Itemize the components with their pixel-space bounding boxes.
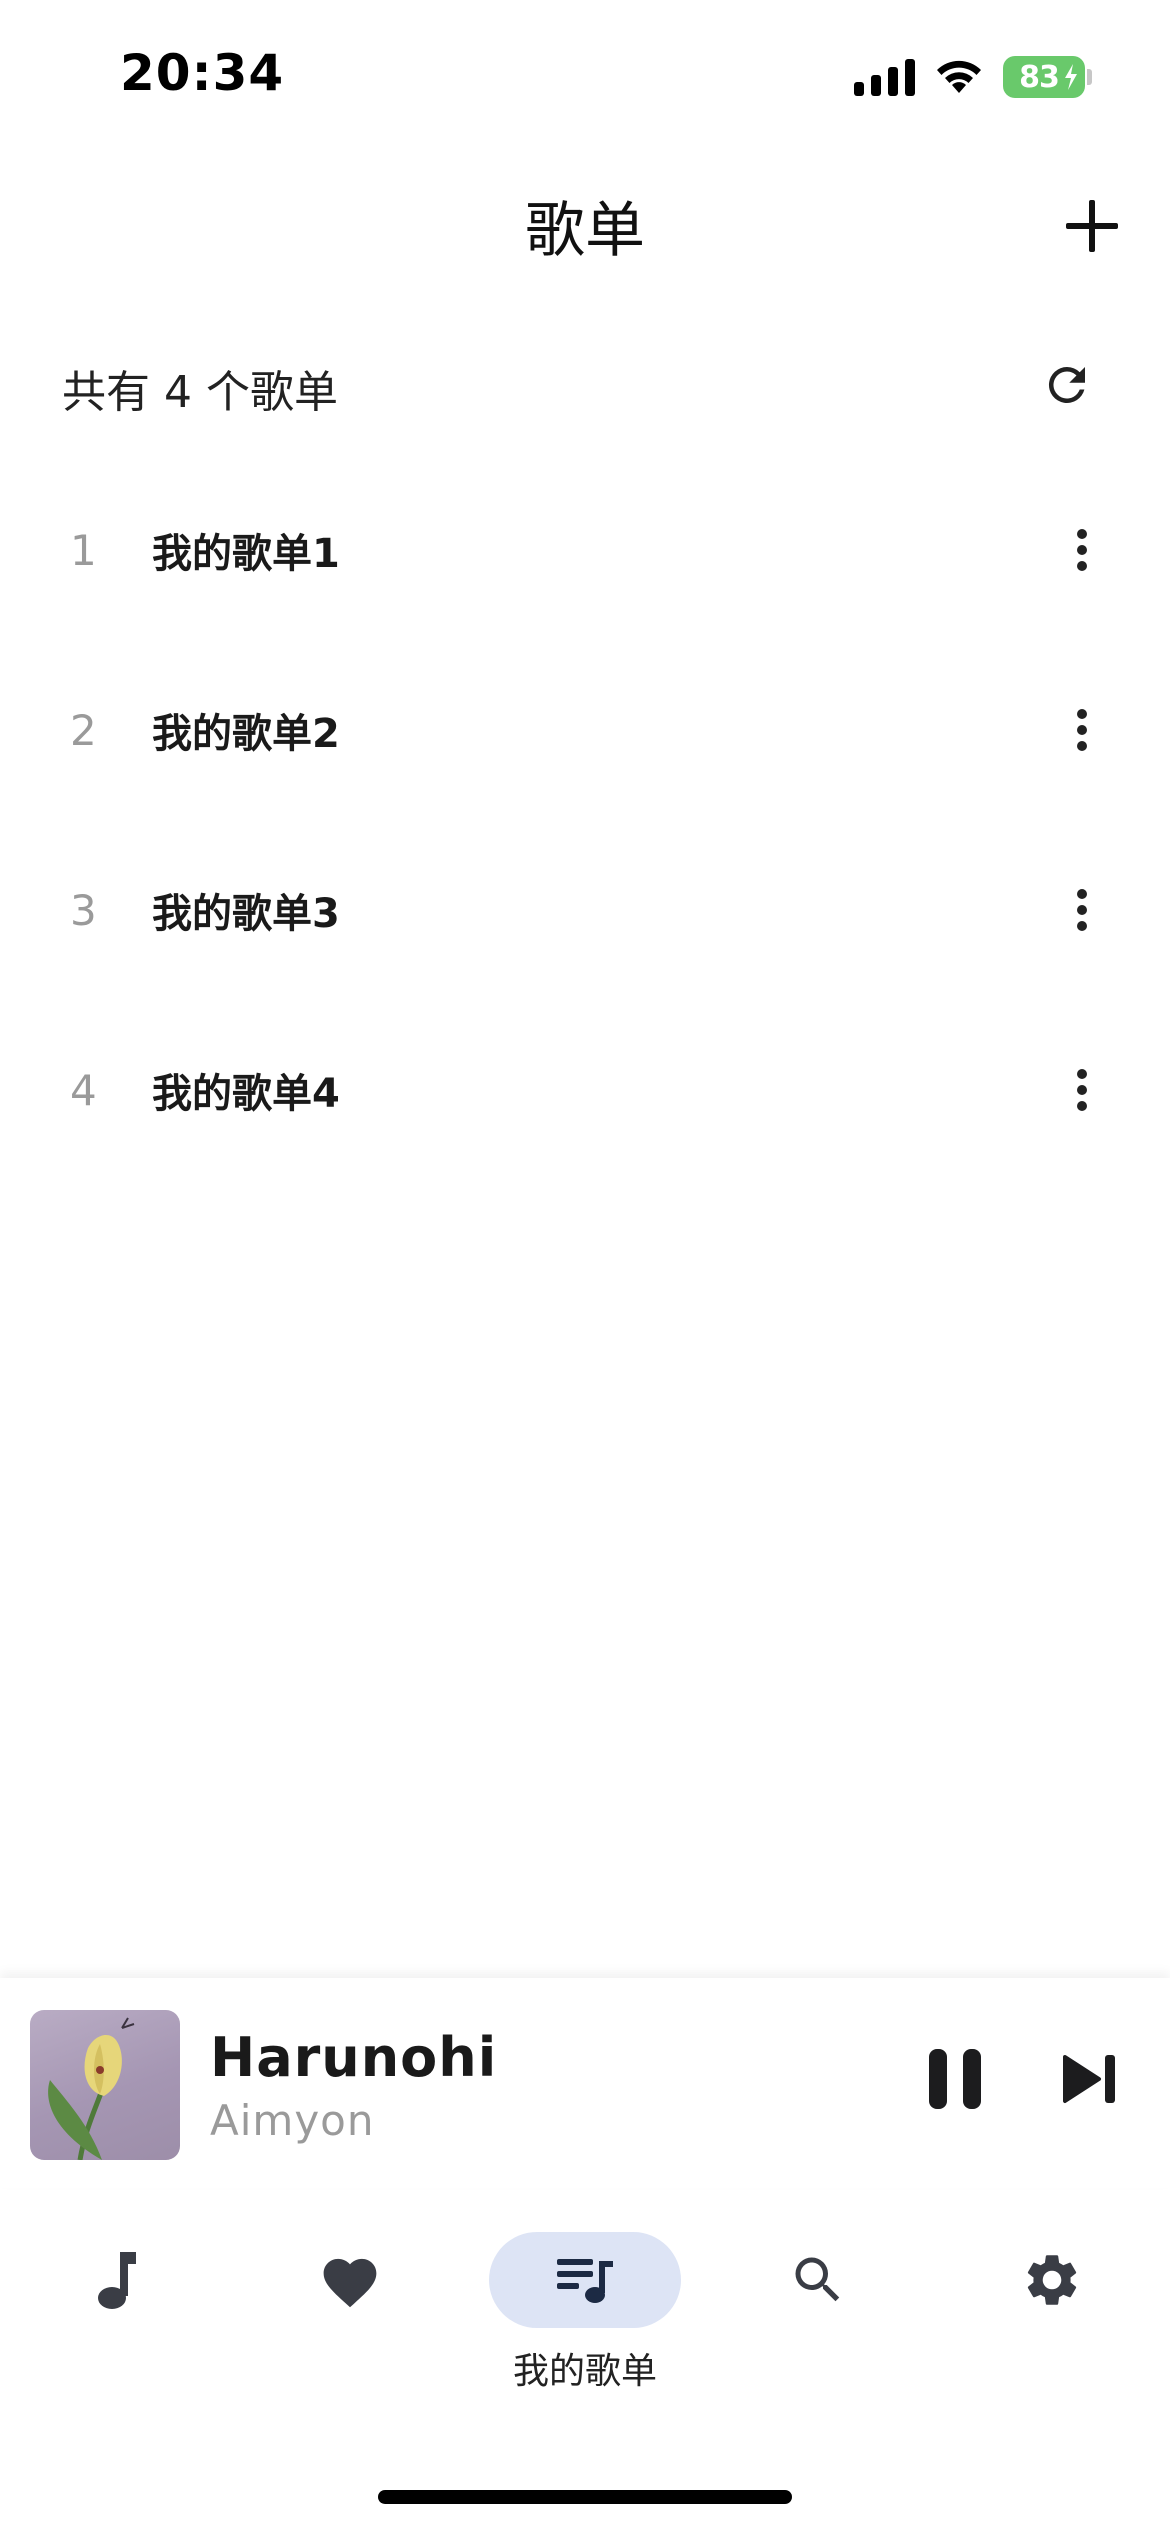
playlist-item[interactable]: 1 我的歌单1 [0, 460, 1170, 640]
skip-next-button[interactable] [1050, 2034, 1130, 2124]
playlist-icon [557, 2259, 613, 2303]
more-options-button[interactable] [1052, 1050, 1112, 1130]
playlist-index: 3 [70, 885, 97, 935]
more-options-button[interactable] [1052, 510, 1112, 590]
track-title: Harunohi [210, 2026, 498, 2089]
more-vertical-icon [1077, 1069, 1087, 1111]
playlist-index: 1 [70, 525, 97, 575]
playlist-index: 4 [70, 1065, 97, 1115]
status-time: 20:34 [120, 44, 285, 102]
battery-level: 83 [1019, 59, 1060, 95]
playlist-item[interactable]: 2 我的歌单2 [0, 640, 1170, 820]
playlist-name: 我的歌单4 [152, 1071, 340, 1117]
playlist-item[interactable]: 4 我的歌单4 [0, 1000, 1170, 1180]
playlist-name: 我的歌单1 [152, 531, 340, 577]
playlist-index: 2 [70, 705, 97, 755]
add-playlist-button[interactable] [1056, 190, 1128, 262]
refresh-button[interactable] [1032, 350, 1102, 420]
more-vertical-icon [1077, 529, 1087, 571]
album-art [30, 2010, 180, 2160]
home-indicator[interactable] [378, 2490, 792, 2504]
mini-player[interactable]: Harunohi Aimyon [0, 1978, 1170, 2188]
skip-next-icon [1063, 2055, 1115, 2103]
more-vertical-icon [1077, 889, 1087, 931]
nav-my-playlists[interactable]: 我的歌单 [485, 2220, 685, 2400]
playlist-name: 我的歌单2 [152, 711, 340, 757]
nav-label: 我的歌单 [512, 2351, 657, 2392]
playlist-count: 共有 4 个歌单 [62, 367, 338, 418]
more-options-button[interactable] [1052, 690, 1112, 770]
playlist-screen: 20:34 83 歌单 共有 4 个歌单 1 我的歌单1 2 我的歌单2 3 我… [0, 0, 1170, 2532]
playlist-name: 我的歌单3 [152, 891, 340, 937]
gear-icon [1027, 2255, 1077, 2305]
search-icon [795, 2257, 840, 2302]
battery-icon: 83 [1003, 56, 1085, 98]
plus-icon [1066, 200, 1118, 252]
page-title: 歌单 [525, 196, 645, 266]
nav-songs[interactable] [16, 2220, 216, 2400]
cellular-signal-icon [854, 58, 915, 96]
refresh-icon [1048, 366, 1085, 403]
heart-icon [323, 2258, 377, 2308]
playlist-list: 1 我的歌单1 2 我的歌单2 3 我的歌单3 4 我的歌单4 [0, 460, 1170, 1180]
nav-favorites[interactable] [250, 2220, 450, 2400]
more-options-button[interactable] [1052, 870, 1112, 950]
nav-search[interactable] [718, 2220, 918, 2400]
pause-button[interactable] [915, 2034, 995, 2124]
more-vertical-icon [1077, 709, 1087, 751]
nav-settings[interactable] [952, 2220, 1152, 2400]
track-artist: Aimyon [210, 2096, 375, 2145]
pause-icon [929, 2049, 981, 2109]
playlist-item[interactable]: 3 我的歌单3 [0, 820, 1170, 1000]
bottom-navigation: 我的歌单 [0, 2220, 1170, 2400]
music-note-icon [98, 2252, 136, 2309]
wifi-icon [937, 60, 981, 93]
status-icons: 83 [854, 56, 1092, 98]
